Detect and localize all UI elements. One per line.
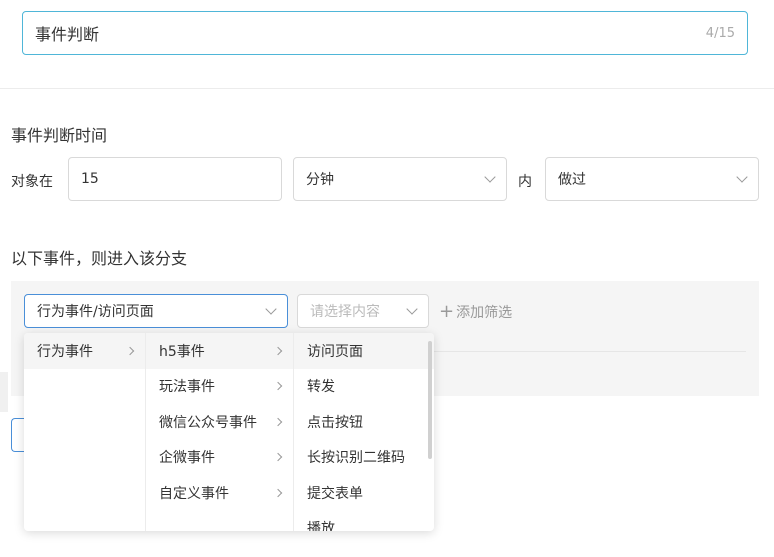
cascader-option-scan-qr[interactable]: 长按识别二维码 (294, 440, 434, 476)
plus-icon: + (439, 301, 455, 322)
cascader-option-custom-events[interactable]: 自定义事件 (146, 475, 293, 511)
cascader-option-behavior-events[interactable]: 行为事件 (24, 333, 145, 369)
cascader-option-wechat-events[interactable]: 微信公众号事件 (146, 404, 293, 440)
within-label: 内 (518, 174, 532, 190)
chevron-right-icon (273, 453, 283, 462)
cascader-option-game-events[interactable]: 玩法事件 (146, 369, 293, 405)
chevron-right-icon (273, 488, 283, 497)
branch-name-input[interactable]: 事件判断 4/15 (22, 11, 748, 55)
cascader-option-visit-page[interactable]: 访问页面 (294, 333, 434, 369)
option-label: 访问页面 (307, 343, 363, 360)
cascader-option-click-button[interactable]: 点击按钮 (294, 404, 434, 440)
option-label: 长按识别二维码 (307, 450, 405, 467)
event-type-select[interactable]: 行为事件/访问页面 (24, 294, 288, 328)
scrollbar[interactable] (428, 341, 432, 459)
option-label: 点击按钮 (307, 414, 363, 431)
event-type-value: 行为事件/访问页面 (37, 304, 154, 320)
chevron-right-icon (125, 346, 135, 355)
option-label: 自定义事件 (159, 485, 229, 502)
content-select-placeholder: 请选择内容 (310, 304, 380, 320)
unit-select[interactable]: 分钟 (293, 157, 507, 201)
option-label: 玩法事件 (159, 379, 215, 396)
cascader-column-3: 访问页面 转发 点击按钮 长按识别二维码 提交表单 播放 (294, 333, 434, 531)
add-filter-label: 添加筛选 (456, 305, 513, 321)
option-label: 提交表单 (307, 485, 363, 502)
action-value: 做过 (558, 172, 586, 188)
cascader-column-1: 行为事件 (24, 333, 146, 531)
option-label: 企微事件 (159, 450, 215, 467)
chevron-down-icon (265, 303, 277, 315)
duration-input[interactable]: 15 (68, 157, 282, 201)
duration-value: 15 (81, 171, 99, 187)
cascader-option-forward[interactable]: 转发 (294, 369, 434, 405)
panel-divider (430, 351, 746, 352)
cascader-option-play[interactable]: 播放 (294, 511, 434, 531)
action-select[interactable]: 做过 (545, 157, 759, 201)
option-label: 微信公众号事件 (159, 414, 257, 431)
event-section-title: 以下事件，则进入该分支 (11, 249, 188, 268)
add-filter-button[interactable]: + 添加筛选 (439, 302, 512, 322)
chevron-down-icon (484, 171, 496, 183)
chevron-right-icon (273, 382, 283, 391)
chevron-right-icon (273, 417, 283, 426)
cascader-option-submit-form[interactable]: 提交表单 (294, 475, 434, 511)
divider (0, 88, 774, 89)
prefix-label: 对象在 (11, 174, 53, 190)
option-label: 行为事件 (37, 343, 93, 360)
event-cascader-dropdown: 行为事件 h5事件 玩法事件 微信公众号事件 企微事件 自定义事件 访问页面 转… (24, 333, 434, 531)
char-counter: 4/15 (705, 25, 735, 41)
option-label: h5事件 (159, 343, 205, 360)
branch-name-value[interactable]: 事件判断 (35, 21, 706, 45)
chevron-down-icon (406, 303, 418, 315)
cascader-option-wecom-events[interactable]: 企微事件 (146, 440, 293, 476)
content-select[interactable]: 请选择内容 (297, 294, 429, 328)
chevron-down-icon (736, 171, 748, 183)
side-tab (0, 372, 8, 412)
time-section-title: 事件判断时间 (11, 126, 108, 145)
option-label: 转发 (307, 379, 335, 396)
cascader-column-2: h5事件 玩法事件 微信公众号事件 企微事件 自定义事件 (146, 333, 294, 531)
option-label: 播放 (307, 521, 335, 531)
chevron-right-icon (273, 346, 283, 355)
cascader-option-h5-events[interactable]: h5事件 (146, 333, 293, 369)
unit-value: 分钟 (306, 172, 334, 188)
